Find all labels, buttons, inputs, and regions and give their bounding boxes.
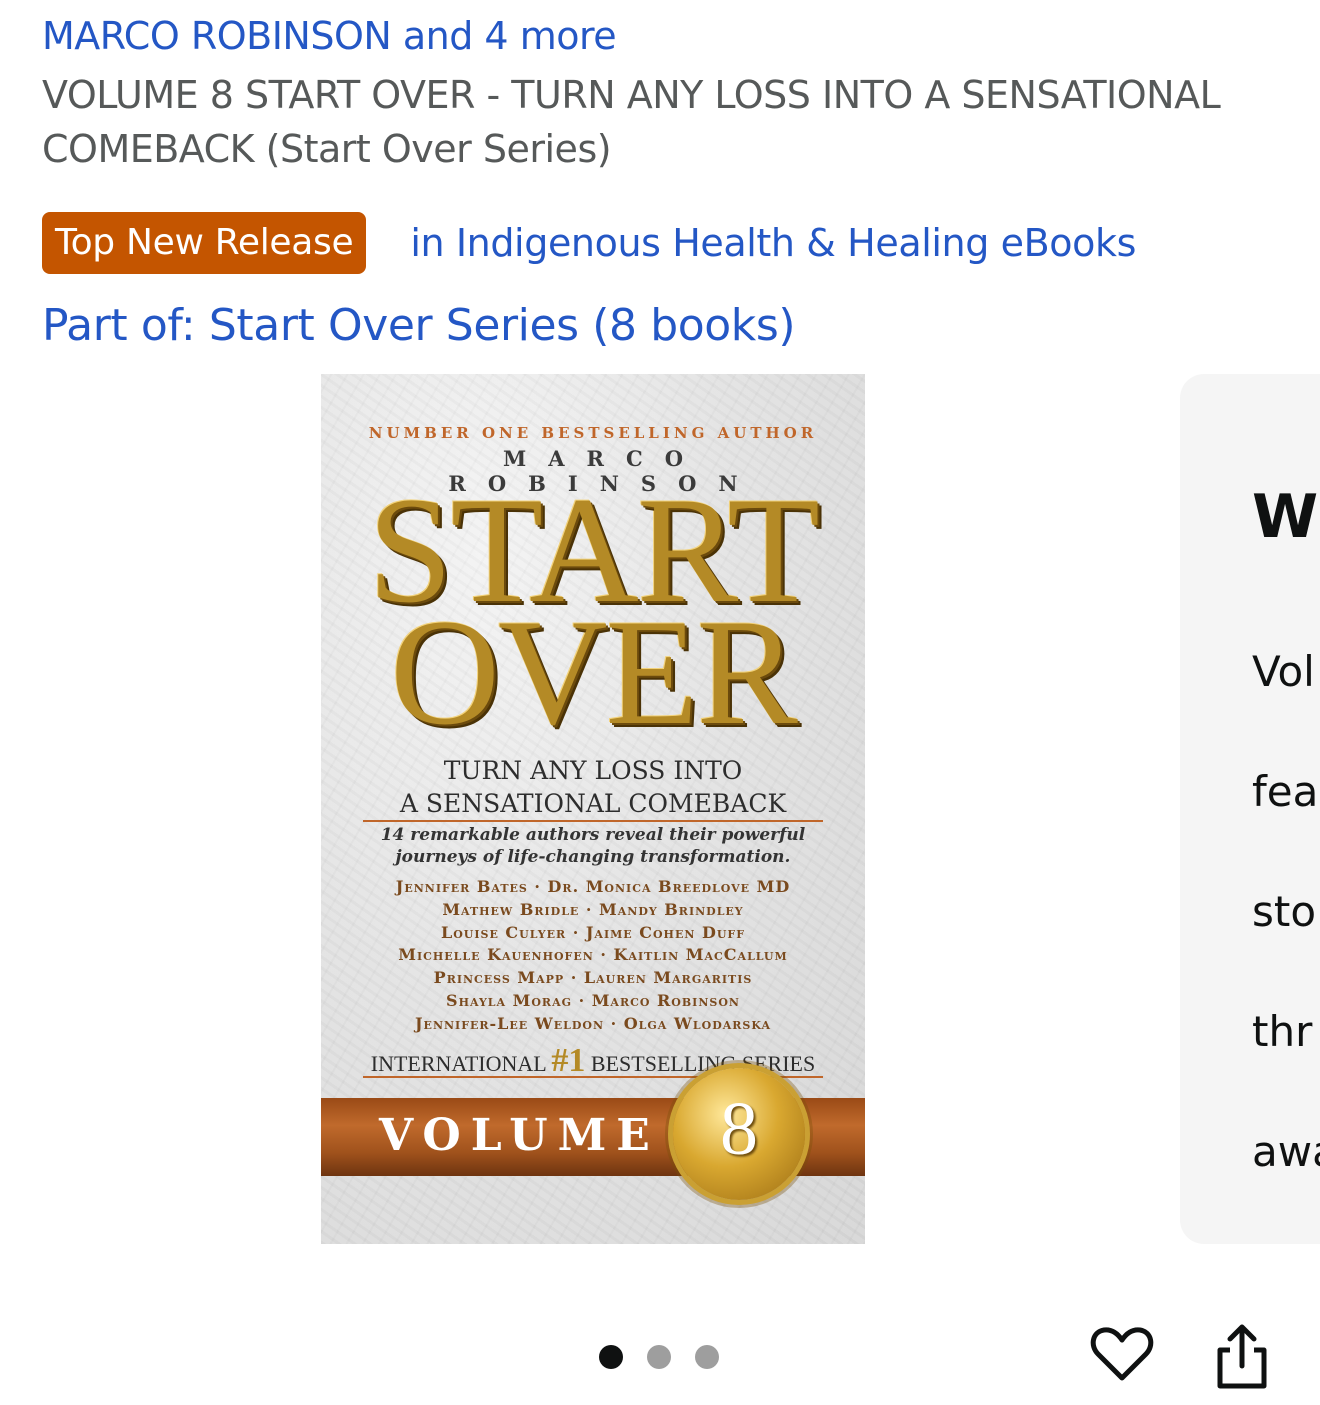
- cover-series-line: INTERNATIONAL #1 BESTSELLING SERIES: [321, 1042, 865, 1080]
- contributor-line: Shayla Morag · Marco Robinson: [446, 990, 740, 1010]
- cover-rule-top: [363, 820, 823, 822]
- contributor-line: Mathew Bridle · Mandy Brindley: [442, 899, 744, 919]
- cover-description: 14 remarkable authors reveal their power…: [380, 825, 806, 867]
- cover-subtitle-line1: TURN ANY LOSS INTO: [443, 756, 743, 785]
- side-panel-line: awa: [1252, 1127, 1320, 1176]
- side-panel-line: thr: [1252, 1007, 1313, 1056]
- side-panel-heading: Wh: [1252, 482, 1320, 552]
- badge-category-link[interactable]: in Indigenous Health & Healing eBooks: [410, 221, 1136, 265]
- cover-volume-label: VOLUME: [379, 1110, 660, 1161]
- side-panel-line: sto: [1252, 887, 1317, 936]
- carousel-dot[interactable]: [695, 1345, 719, 1369]
- carousel-dot[interactable]: [599, 1345, 623, 1369]
- top-new-release-badge[interactable]: Top New Release: [42, 212, 367, 274]
- share-icon[interactable]: [1210, 1322, 1274, 1390]
- cover-volume-seal: 8: [673, 1068, 805, 1200]
- carousel-dots: [599, 1345, 719, 1369]
- cover-title-over: OVER: [390, 588, 798, 756]
- cover-subtitle: TURN ANY LOSS INTO A SENSATIONAL COMEBAC…: [321, 754, 865, 820]
- author-link[interactable]: MARCO ROBINSON and 4 more: [42, 14, 617, 58]
- cover-series-prefix: INTERNATIONAL: [370, 1051, 546, 1076]
- heart-icon[interactable]: [1090, 1322, 1154, 1386]
- cover-volume-number: 8: [720, 1087, 758, 1171]
- contributor-line: Princess Mapp · Lauren Margaritis: [433, 968, 753, 988]
- cover-contributors: Jennifer Bates · Dr. Monica Breedlove MD…: [351, 876, 835, 1036]
- side-panel[interactable]: Wh Vol fea sto thr awa: [1180, 374, 1320, 1244]
- cover-series-number: #1: [551, 1042, 586, 1079]
- book-title: VOLUME 8 START OVER - TURN ANY LOSS INTO…: [42, 73, 1221, 171]
- carousel-dot[interactable]: [647, 1345, 671, 1369]
- contributor-line: Michelle Kauenhofen · Kaitlin MacCallum: [398, 945, 788, 965]
- contributor-line: Jennifer Bates · Dr. Monica Breedlove MD: [395, 877, 791, 896]
- side-panel-line: fea: [1252, 767, 1319, 816]
- side-panel-line: Vol: [1252, 647, 1315, 696]
- series-link[interactable]: Part of: Start Over Series (8 books): [42, 300, 796, 351]
- cover-tagline: NUMBER ONE BESTSELLING AUTHOR: [368, 424, 818, 442]
- cover-series-suffix: BESTSELLING SERIES: [590, 1051, 816, 1076]
- contributor-line: Jennifer-Lee Weldon · Olga Wlodarska: [414, 1013, 771, 1033]
- side-panel-body: Vol fea sto thr awa: [1252, 582, 1320, 1242]
- cover-subtitle-line2: A SENSATIONAL COMEBACK: [399, 789, 787, 818]
- badge-row: Top New Release in Indigenous Health & H…: [42, 212, 1136, 274]
- book-cover[interactable]: NUMBER ONE BESTSELLING AUTHOR MARCO ROBI…: [321, 374, 865, 1244]
- contributor-line: Louise Culyer · Jaime Cohen Duff: [440, 922, 746, 942]
